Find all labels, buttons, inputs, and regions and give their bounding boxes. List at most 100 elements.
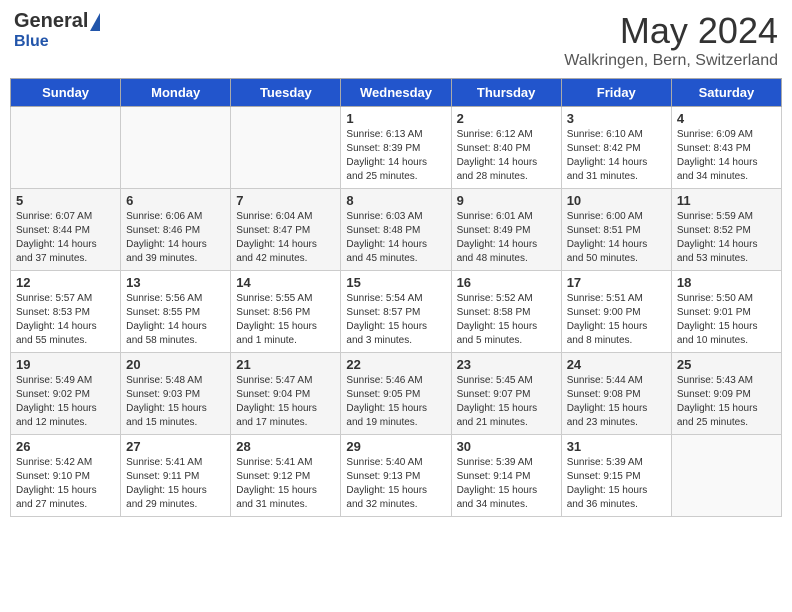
day-number: 9 bbox=[457, 193, 557, 208]
day-number: 14 bbox=[236, 275, 336, 290]
day-number: 3 bbox=[567, 111, 667, 126]
calendar-cell: 27 Sunrise: 5:41 AM Sunset: 9:11 PM Dayli… bbox=[121, 435, 231, 517]
day-info: Sunrise: 5:56 AM Sunset: 8:55 PM Dayligh… bbox=[126, 292, 226, 348]
day-info: Sunrise: 5:41 AM Sunset: 9:12 PM Dayligh… bbox=[236, 456, 336, 512]
day-number: 11 bbox=[677, 193, 777, 208]
day-info: Sunrise: 5:43 AM Sunset: 9:09 PM Dayligh… bbox=[677, 374, 777, 430]
logo-general: General bbox=[14, 10, 88, 33]
day-number: 22 bbox=[346, 357, 446, 372]
calendar-cell: 29 Sunrise: 5:40 AM Sunset: 9:13 PM Dayli… bbox=[341, 435, 451, 517]
month-title: May 2024 bbox=[564, 10, 778, 52]
day-info: Sunrise: 6:01 AM Sunset: 8:49 PM Dayligh… bbox=[457, 210, 557, 266]
calendar-cell: 17 Sunrise: 5:51 AM Sunset: 9:00 PM Dayli… bbox=[561, 271, 671, 353]
day-info: Sunrise: 5:42 AM Sunset: 9:10 PM Dayligh… bbox=[16, 456, 116, 512]
day-info: Sunrise: 5:44 AM Sunset: 9:08 PM Dayligh… bbox=[567, 374, 667, 430]
day-number: 29 bbox=[346, 439, 446, 454]
day-info: Sunrise: 5:39 AM Sunset: 9:15 PM Dayligh… bbox=[567, 456, 667, 512]
calendar-cell: 23Sunrise: 5:45 AM Sunset: 9:07 PM Dayli… bbox=[451, 353, 561, 435]
logo-blue: Blue bbox=[14, 33, 49, 51]
calendar-cell: 16 Sunrise: 5:52 AM Sunset: 8:58 PM Dayli… bbox=[451, 271, 561, 353]
calendar-cell: 4Sunrise: 6:09 AM Sunset: 8:43 PM Daylig… bbox=[671, 107, 781, 189]
day-info: Sunrise: 5:41 AM Sunset: 9:11 PM Dayligh… bbox=[126, 456, 226, 512]
logo: General Blue bbox=[14, 10, 100, 51]
day-header-wednesday: Wednesday bbox=[341, 79, 451, 107]
calendar-cell: 9 Sunrise: 6:01 AM Sunset: 8:49 PM Daylig… bbox=[451, 189, 561, 271]
day-info: Sunrise: 5:55 AM Sunset: 8:56 PM Dayligh… bbox=[236, 292, 336, 348]
day-info: Sunrise: 5:48 AM Sunset: 9:03 PM Dayligh… bbox=[126, 374, 226, 430]
day-info: Sunrise: 5:50 AM Sunset: 9:01 PM Dayligh… bbox=[677, 292, 777, 348]
day-number: 16 bbox=[457, 275, 557, 290]
day-number: 1 bbox=[346, 111, 446, 126]
calendar-cell: 6Sunrise: 6:06 AM Sunset: 8:46 PM Daylig… bbox=[121, 189, 231, 271]
day-number: 27 bbox=[126, 439, 226, 454]
day-info: Sunrise: 5:51 AM Sunset: 9:00 PM Dayligh… bbox=[567, 292, 667, 348]
calendar-cell: 12Sunrise: 5:57 AM Sunset: 8:53 PM Dayli… bbox=[11, 271, 121, 353]
calendar-cell: 20Sunrise: 5:48 AM Sunset: 9:03 PM Dayli… bbox=[121, 353, 231, 435]
calendar-cell: 3 Sunrise: 6:10 AM Sunset: 8:42 PM Daylig… bbox=[561, 107, 671, 189]
calendar-cell bbox=[231, 107, 341, 189]
day-header-friday: Friday bbox=[561, 79, 671, 107]
calendar-cell: 28 Sunrise: 5:41 AM Sunset: 9:12 PM Dayli… bbox=[231, 435, 341, 517]
calendar-cell: 13 Sunrise: 5:56 AM Sunset: 8:55 PM Dayli… bbox=[121, 271, 231, 353]
calendar-cell bbox=[11, 107, 121, 189]
calendar-cell: 22 Sunrise: 5:46 AM Sunset: 9:05 PM Dayli… bbox=[341, 353, 451, 435]
day-info: Sunrise: 6:06 AM Sunset: 8:46 PM Dayligh… bbox=[126, 210, 226, 266]
day-info: Sunrise: 5:39 AM Sunset: 9:14 PM Dayligh… bbox=[457, 456, 557, 512]
day-number: 4 bbox=[677, 111, 777, 126]
day-number: 2 bbox=[457, 111, 557, 126]
title-block: May 2024 Walkringen, Bern, Switzerland bbox=[564, 10, 778, 70]
day-number: 30 bbox=[457, 439, 557, 454]
day-number: 5 bbox=[16, 193, 116, 208]
day-info: Sunrise: 6:07 AM Sunset: 8:44 PM Dayligh… bbox=[16, 210, 116, 266]
calendar-cell: 14 Sunrise: 5:55 AM Sunset: 8:56 PM Dayli… bbox=[231, 271, 341, 353]
page-header: General Blue May 2024 Walkringen, Bern, … bbox=[10, 10, 782, 70]
day-header-saturday: Saturday bbox=[671, 79, 781, 107]
day-info: Sunrise: 6:00 AM Sunset: 8:51 PM Dayligh… bbox=[567, 210, 667, 266]
day-info: Sunrise: 5:57 AM Sunset: 8:53 PM Dayligh… bbox=[16, 292, 116, 348]
day-number: 18 bbox=[677, 275, 777, 290]
day-header-tuesday: Tuesday bbox=[231, 79, 341, 107]
calendar-cell: 5 Sunrise: 6:07 AM Sunset: 8:44 PM Daylig… bbox=[11, 189, 121, 271]
day-info: Sunrise: 5:49 AM Sunset: 9:02 PM Dayligh… bbox=[16, 374, 116, 430]
day-info: Sunrise: 5:59 AM Sunset: 8:52 PM Dayligh… bbox=[677, 210, 777, 266]
day-number: 19 bbox=[16, 357, 116, 372]
location: Walkringen, Bern, Switzerland bbox=[564, 52, 778, 70]
calendar-cell: 30 Sunrise: 5:39 AM Sunset: 9:14 PM Dayli… bbox=[451, 435, 561, 517]
day-header-thursday: Thursday bbox=[451, 79, 561, 107]
day-info: Sunrise: 5:54 AM Sunset: 8:57 PM Dayligh… bbox=[346, 292, 446, 348]
calendar-cell: 25Sunrise: 5:43 AM Sunset: 9:09 PM Dayli… bbox=[671, 353, 781, 435]
calendar-cell: 26Sunrise: 5:42 AM Sunset: 9:10 PM Dayli… bbox=[11, 435, 121, 517]
day-number: 21 bbox=[236, 357, 336, 372]
day-info: Sunrise: 6:13 AM Sunset: 8:39 PM Dayligh… bbox=[346, 128, 446, 184]
day-info: Sunrise: 6:10 AM Sunset: 8:42 PM Dayligh… bbox=[567, 128, 667, 184]
day-number: 8 bbox=[346, 193, 446, 208]
day-info: Sunrise: 5:52 AM Sunset: 8:58 PM Dayligh… bbox=[457, 292, 557, 348]
day-number: 24 bbox=[567, 357, 667, 372]
calendar-cell: 21 Sunrise: 5:47 AM Sunset: 9:04 PM Dayli… bbox=[231, 353, 341, 435]
calendar-cell: 15Sunrise: 5:54 AM Sunset: 8:57 PM Dayli… bbox=[341, 271, 451, 353]
calendar-cell: 2 Sunrise: 6:12 AM Sunset: 8:40 PM Daylig… bbox=[451, 107, 561, 189]
day-number: 31 bbox=[567, 439, 667, 454]
calendar-cell: 7Sunrise: 6:04 AM Sunset: 8:47 PM Daylig… bbox=[231, 189, 341, 271]
day-number: 28 bbox=[236, 439, 336, 454]
day-number: 10 bbox=[567, 193, 667, 208]
calendar-cell: 10 Sunrise: 6:00 AM Sunset: 8:51 PM Dayli… bbox=[561, 189, 671, 271]
day-info: Sunrise: 6:03 AM Sunset: 8:48 PM Dayligh… bbox=[346, 210, 446, 266]
calendar-cell: 11 Sunrise: 5:59 AM Sunset: 8:52 PM Dayli… bbox=[671, 189, 781, 271]
calendar-cell: 18 Sunrise: 5:50 AM Sunset: 9:01 PM Dayli… bbox=[671, 271, 781, 353]
day-number: 7 bbox=[236, 193, 336, 208]
calendar-table: SundayMondayTuesdayWednesdayThursdayFrid… bbox=[10, 78, 782, 517]
day-info: Sunrise: 5:40 AM Sunset: 9:13 PM Dayligh… bbox=[346, 456, 446, 512]
day-number: 17 bbox=[567, 275, 667, 290]
day-info: Sunrise: 5:47 AM Sunset: 9:04 PM Dayligh… bbox=[236, 374, 336, 430]
calendar-cell: 31 Sunrise: 5:39 AM Sunset: 9:15 PM Dayli… bbox=[561, 435, 671, 517]
day-header-monday: Monday bbox=[121, 79, 231, 107]
calendar-cell: 1 Sunrise: 6:13 AM Sunset: 8:39 PM Daylig… bbox=[341, 107, 451, 189]
logo-triangle-icon bbox=[90, 13, 100, 31]
calendar-cell bbox=[671, 435, 781, 517]
day-number: 13 bbox=[126, 275, 226, 290]
calendar-cell bbox=[121, 107, 231, 189]
day-header-sunday: Sunday bbox=[11, 79, 121, 107]
day-info: Sunrise: 5:46 AM Sunset: 9:05 PM Dayligh… bbox=[346, 374, 446, 430]
day-info: Sunrise: 6:12 AM Sunset: 8:40 PM Dayligh… bbox=[457, 128, 557, 184]
